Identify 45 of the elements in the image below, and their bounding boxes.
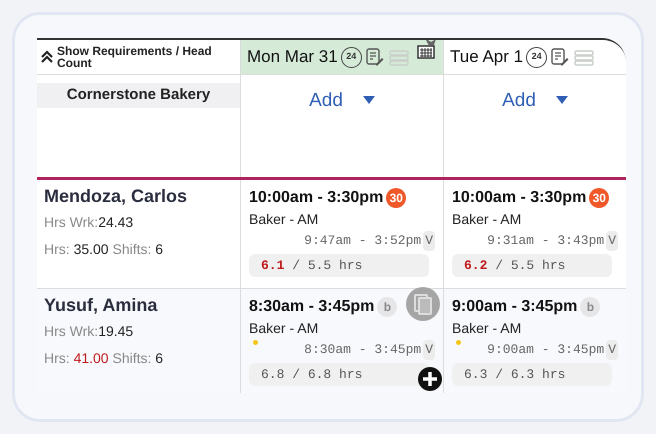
caret-icon bbox=[362, 96, 375, 104]
hours-shifts: Hrs: 35.00 Shifts: 6 bbox=[44, 240, 164, 259]
hours-summary: 6.3 / 6.3 hrs bbox=[452, 362, 612, 386]
punch-time: 8:30am - 3:45pm bbox=[304, 341, 422, 359]
location-label: Cornerstone Bakery bbox=[37, 83, 240, 108]
shift-role: Baker - AM bbox=[249, 210, 320, 228]
break-badge: b bbox=[377, 297, 398, 317]
collapse-icon bbox=[41, 50, 53, 64]
hours-summary: 6.2 / 5.5 hrs bbox=[452, 254, 612, 277]
employee-name[interactable]: Yusuf, Amina bbox=[44, 293, 233, 317]
hours-summary: 6.1 / 5.5 hrs bbox=[249, 254, 429, 277]
add-icon[interactable] bbox=[418, 367, 442, 391]
break-badge: b bbox=[580, 297, 600, 317]
caret-icon bbox=[556, 96, 568, 104]
note-edit-icon[interactable] bbox=[550, 47, 570, 67]
break-badge: 30 bbox=[386, 188, 406, 208]
shift-card[interactable]: 9:00am - 3:45pm b Baker - AM 9:00am - 3:45pm V 6.3 / 6.3 hrs bbox=[443, 289, 626, 393]
punch-time: 9:31am - 3:43pm bbox=[487, 232, 604, 250]
hours-worked: Hrs Wrk:19.45 bbox=[44, 322, 134, 341]
note-edit-icon[interactable] bbox=[364, 47, 385, 67]
hours-summary: 6.8 / 6.8 hrs bbox=[249, 362, 429, 386]
punch-time: 9:00am - 3:45pm bbox=[487, 341, 604, 359]
break-badge: 30 bbox=[589, 188, 610, 208]
verified-tag: V bbox=[606, 231, 618, 250]
shift-time[interactable]: 9:00am - 3:45pm bbox=[452, 295, 578, 319]
day-label: Mon Mar 31 bbox=[247, 46, 338, 68]
shift-role: Baker - AM bbox=[452, 210, 522, 228]
hours-worked: Hrs Wrk:24.43 bbox=[44, 213, 134, 232]
shift-role: Baker - AM bbox=[452, 319, 522, 337]
verified-tag: V bbox=[606, 340, 618, 360]
day-label: Tue Apr 1 bbox=[450, 46, 524, 68]
employee-name[interactable]: Mendoza, Carlos bbox=[44, 184, 233, 208]
verified-tag: V bbox=[423, 340, 435, 360]
punch-time: 9:47am - 3:52pm bbox=[304, 232, 422, 250]
add-dropdown[interactable]: Add bbox=[309, 87, 375, 177]
verified-tag: V bbox=[423, 231, 435, 250]
24-hour-badge[interactable]: 24 bbox=[340, 46, 362, 68]
shift-time[interactable]: 10:00am - 3:30pm bbox=[452, 186, 586, 210]
add-dropdown[interactable]: Add bbox=[502, 87, 568, 177]
shift-time[interactable]: 8:30am - 3:45pm bbox=[249, 295, 374, 319]
shift-role: Baker - AM bbox=[249, 319, 320, 337]
shift-time[interactable]: 10:00am - 3:30pm bbox=[249, 186, 384, 210]
24-hour-badge[interactable]: 24 bbox=[526, 46, 548, 68]
shift-card[interactable]: 8:30am - 3:45pm b Baker - AM 8:30am - 3:45pm V 6.8 / 6.8 hrs bbox=[240, 289, 443, 393]
hours-shifts: Hrs: 41.00 Shifts: 6 bbox=[44, 349, 164, 368]
